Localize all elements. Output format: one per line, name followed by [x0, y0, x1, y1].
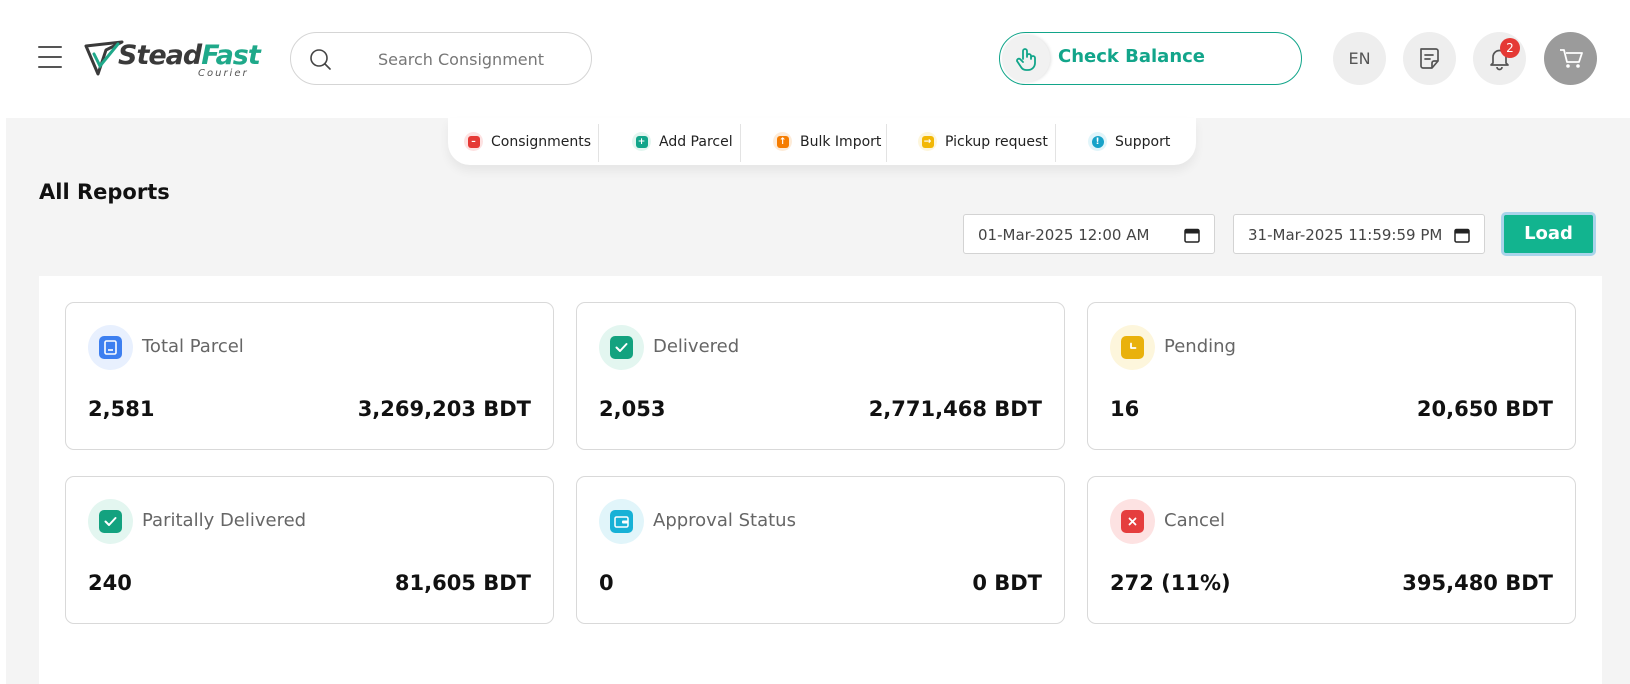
hamburger-menu-icon[interactable] [38, 46, 64, 68]
nav-divider [886, 124, 887, 162]
notifications-button[interactable] [1473, 32, 1526, 85]
logo-subtitle: Courier [198, 68, 249, 79]
check-icon [88, 499, 133, 544]
language-button[interactable]: EN [1333, 32, 1386, 85]
card-count: 2,053 [599, 397, 666, 421]
calendar-icon[interactable] [1184, 227, 1200, 243]
card-title: Total Parcel [142, 336, 244, 357]
report-card-partially-delivered[interactable]: Paritally Delivered 240 81,605 BDT [65, 476, 554, 624]
card-amount: 2,771,468 BDT [868, 397, 1042, 421]
card-count: 272 (11%) [1110, 571, 1231, 595]
nav-divider [1055, 124, 1056, 162]
card-title: Pending [1164, 336, 1236, 357]
nav-support[interactable]: ! Support [1088, 118, 1170, 165]
close-icon [1110, 499, 1155, 544]
left-edge [0, 118, 6, 684]
load-button[interactable]: Load [1501, 212, 1596, 256]
nav-add-parcel[interactable]: + Add Parcel [632, 118, 733, 165]
check-balance-button[interactable]: Check Balance [999, 32, 1302, 85]
card-count: 240 [88, 571, 132, 595]
date-from-input[interactable]: 01-Mar-2025 12:00 AM [963, 214, 1215, 254]
nav-pickup-request[interactable]: → Pickup request [918, 118, 1048, 165]
tap-icon [1002, 35, 1050, 82]
check-icon [599, 325, 644, 370]
card-title: Cancel [1164, 510, 1225, 531]
notes-icon [1420, 48, 1439, 69]
date-to-value: 31-Mar-2025 11:59:59 PM [1248, 226, 1443, 244]
pickup-icon: → [918, 132, 937, 151]
card-count: 16 [1110, 397, 1140, 421]
card-count: 2,581 [88, 397, 155, 421]
nav-divider [740, 124, 741, 162]
report-card-cancel[interactable]: Cancel 272 (11%) 395,480 BDT [1087, 476, 1576, 624]
nav-pickup-request-label: Pickup request [945, 133, 1048, 150]
card-count: 0 [599, 571, 614, 595]
wallet-icon [599, 499, 644, 544]
nav-bulk-import-label: Bulk Import [800, 133, 882, 150]
calendar-icon[interactable] [1454, 227, 1470, 243]
search-box[interactable] [290, 32, 592, 85]
card-title: Approval Status [653, 510, 796, 531]
card-title: Paritally Delivered [142, 510, 307, 531]
cart-icon [1560, 49, 1583, 68]
card-amount: 3,269,203 BDT [357, 397, 531, 421]
quick-nav-bar: – Consignments + Add Parcel ↑ Bulk Impor… [448, 118, 1196, 165]
clock-icon [1110, 325, 1155, 370]
add-icon: + [632, 132, 651, 151]
date-to-input[interactable]: 31-Mar-2025 11:59:59 PM [1233, 214, 1485, 254]
page-title: All Reports [39, 180, 170, 204]
check-balance-label: Check Balance [1058, 46, 1206, 67]
logo-text: SteadFast [118, 40, 261, 71]
report-card-delivered[interactable]: Delivered 2,053 2,771,468 BDT [576, 302, 1065, 450]
nav-add-parcel-label: Add Parcel [659, 133, 733, 150]
card-amount: 20,650 BDT [1416, 397, 1553, 421]
support-icon: ! [1088, 132, 1107, 151]
card-amount: 395,480 BDT [1402, 571, 1553, 595]
card-amount: 0 BDT [972, 571, 1042, 595]
reports-panel: Total Parcel 2,581 3,269,203 BDT Deliver… [39, 276, 1602, 684]
search-icon [310, 49, 331, 70]
notification-badge: 2 [1500, 38, 1520, 58]
consignments-icon: – [464, 132, 483, 151]
notes-button[interactable] [1403, 32, 1456, 85]
card-title: Delivered [653, 336, 740, 357]
steadfast-logo[interactable]: SteadFast Courier [84, 38, 261, 82]
card-amount: 81,605 BDT [394, 571, 531, 595]
nav-support-label: Support [1115, 133, 1171, 150]
upload-icon: ↑ [773, 132, 792, 151]
nav-divider [598, 124, 599, 162]
search-input[interactable] [351, 45, 571, 73]
parcel-icon [88, 325, 133, 370]
date-from-value: 01-Mar-2025 12:00 AM [978, 226, 1150, 244]
report-card-total-parcel[interactable]: Total Parcel 2,581 3,269,203 BDT [65, 302, 554, 450]
cart-button[interactable] [1544, 32, 1597, 85]
nav-bulk-import[interactable]: ↑ Bulk Import [773, 118, 881, 165]
nav-consignments[interactable]: – Consignments [464, 118, 591, 165]
report-card-pending[interactable]: Pending 16 20,650 BDT [1087, 302, 1576, 450]
nav-consignments-label: Consignments [491, 133, 592, 150]
report-card-approval-status[interactable]: Approval Status 0 0 BDT [576, 476, 1065, 624]
